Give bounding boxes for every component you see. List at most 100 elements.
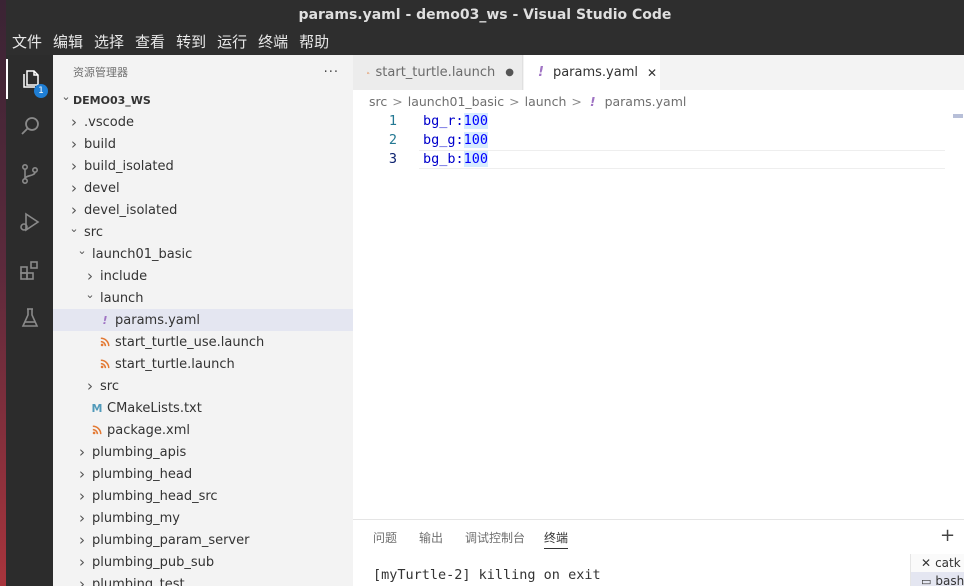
tree-item[interactable]: M CMakeLists.txt (53, 397, 353, 419)
bottom-panel: 问题 输出 调试控制台 终端 + [myTurtle-2] killing on… (353, 519, 964, 586)
yaml-value: 100 (463, 132, 489, 148)
terminal-item-catkin[interactable]: ✕ catk (911, 554, 964, 572)
chevron-right-icon: › (79, 465, 85, 483)
menu-view[interactable]: 查看 (135, 30, 165, 55)
tree-item-label: start_turtle_use.launch (115, 334, 265, 350)
tree-item[interactable]: › build (53, 133, 353, 155)
terminal-item-bash[interactable]: ▭ bash (911, 572, 964, 586)
unsaved-dot-icon[interactable]: ● (505, 67, 514, 78)
chevron-down-icon: ⌄ (77, 243, 87, 257)
code-text: bg_r:100 (423, 112, 489, 131)
editor-tabs: start_turtle.launch ● ! params.yaml ✕ (353, 55, 964, 90)
tree-item[interactable]: › devel_isolated (53, 199, 353, 221)
rss-icon (97, 337, 113, 347)
chevron-right-icon: › (79, 487, 85, 505)
rss-icon (89, 425, 105, 435)
tree-item[interactable]: ⌄ launch01_basic (53, 243, 353, 265)
tree-item[interactable]: › src (53, 375, 353, 397)
tree-item[interactable]: › .vscode (53, 111, 353, 133)
tree-item[interactable]: › devel (53, 177, 353, 199)
code-editor[interactable]: 1 bg_r:100 2 bg_g:100 3 bg_b:100 (353, 112, 964, 519)
run-debug-button[interactable] (6, 202, 53, 242)
code-line: 1 bg_r:100 (353, 112, 964, 131)
menu-bar: 文件 编辑 选择 查看 转到 运行 终端 帮助 (6, 30, 964, 55)
tree-item[interactable]: › include (53, 265, 353, 287)
flask-icon (21, 308, 38, 327)
tree-item[interactable]: › plumbing_head_src (53, 485, 353, 507)
yaml-key: bg_g: (423, 132, 464, 148)
tree-item[interactable]: package.xml (53, 419, 353, 441)
explorer-badge: 1 (34, 84, 48, 98)
add-terminal-icon[interactable]: + (940, 525, 955, 546)
more-actions-icon[interactable]: ··· (324, 65, 339, 80)
tree-item[interactable]: start_turtle_use.launch (53, 331, 353, 353)
chevron-right-icon: › (87, 377, 93, 395)
breadcrumb-item[interactable]: launch (525, 94, 567, 109)
tree-item[interactable]: › plumbing_test (53, 573, 353, 586)
tab-start-turtle-launch[interactable]: start_turtle.launch ● (353, 55, 523, 90)
tree-item[interactable]: start_turtle.launch (53, 353, 353, 375)
terminal-item-label: catk (935, 556, 961, 570)
chevron-down-icon: ⌄ (85, 287, 95, 301)
testing-button[interactable] (6, 298, 53, 338)
tree-item-label: CMakeLists.txt (107, 400, 202, 416)
terminal-icon: ▭ (921, 574, 932, 586)
tab-debug-console[interactable]: 调试控制台 (465, 529, 525, 546)
yaml-key: bg_b: (423, 151, 464, 167)
tree-item[interactable]: › build_isolated (53, 155, 353, 177)
extensions-button[interactable] (6, 250, 53, 290)
yaml-icon: ! (538, 65, 544, 80)
menu-run[interactable]: 运行 (217, 30, 247, 55)
tab-terminal[interactable]: 终端 (544, 529, 569, 549)
tree-item-label: plumbing_pub_sub (92, 554, 215, 570)
menu-help[interactable]: 帮助 (299, 30, 329, 55)
yaml-key: bg_r: (423, 113, 464, 129)
tab-output[interactable]: 输出 (419, 529, 443, 546)
yaml-icon: ! (589, 93, 596, 109)
menu-terminal[interactable]: 终端 (258, 30, 288, 55)
tree-item[interactable]: ⌄ launch (53, 287, 353, 309)
tree-item[interactable]: › plumbing_pub_sub (53, 551, 353, 573)
breadcrumb-item[interactable]: src (369, 94, 387, 109)
yaml-icon: ! (102, 313, 108, 327)
breadcrumb-item[interactable]: params.yaml (605, 94, 687, 109)
tools-icon: ✕ (921, 556, 932, 570)
chevron-right-icon: › (71, 135, 77, 153)
explorer-header: 资源管理器 ··· (53, 55, 353, 89)
tree-item-label: devel (84, 180, 120, 196)
cmake-icon: M (91, 401, 103, 415)
menu-edit[interactable]: 编辑 (53, 30, 83, 55)
tab-label: start_turtle.launch (375, 65, 496, 80)
tree-item[interactable]: › plumbing_param_server (53, 529, 353, 551)
line-number: 1 (388, 113, 397, 129)
source-control-button[interactable] (6, 154, 53, 194)
code-text: bg_g:100 (423, 131, 489, 150)
tree-item[interactable]: ⌄ src (53, 221, 353, 243)
code-text: bg_b:100 (423, 150, 489, 169)
terminal-item-label: bash (935, 574, 964, 586)
breadcrumb-item[interactable]: launch01_basic (408, 94, 504, 109)
tree-item[interactable]: ! params.yaml (53, 309, 353, 331)
search-button[interactable] (6, 106, 53, 146)
tree-item-label: build (84, 136, 116, 152)
terminal-output: [myTurtle-2] killing on exit (373, 567, 601, 583)
tree-item-label: launch01_basic (92, 246, 193, 262)
activity-bar: 1 (6, 55, 53, 586)
menu-file[interactable]: 文件 (12, 30, 42, 55)
tree-item-label: src (84, 224, 103, 240)
menu-go[interactable]: 转到 (176, 30, 206, 55)
chevron-right-icon: › (79, 443, 85, 461)
tree-item[interactable]: › plumbing_my (53, 507, 353, 529)
tree-item[interactable]: ⌄ DEMO03_WS (53, 89, 353, 111)
tab-problems[interactable]: 问题 (373, 529, 397, 546)
explorer-button[interactable]: 1 (6, 59, 53, 99)
menu-selection[interactable]: 选择 (94, 30, 124, 55)
tree-item-label: package.xml (107, 422, 190, 438)
tab-params-yaml[interactable]: ! params.yaml ✕ (524, 55, 660, 90)
rss-icon (97, 359, 113, 369)
tree-item-label: .vscode (84, 114, 134, 130)
tree-item-label: src (100, 378, 119, 394)
tree-item[interactable]: › plumbing_apis (53, 441, 353, 463)
tree-item[interactable]: › plumbing_head (53, 463, 353, 485)
close-tab-icon[interactable]: ✕ (647, 66, 657, 80)
